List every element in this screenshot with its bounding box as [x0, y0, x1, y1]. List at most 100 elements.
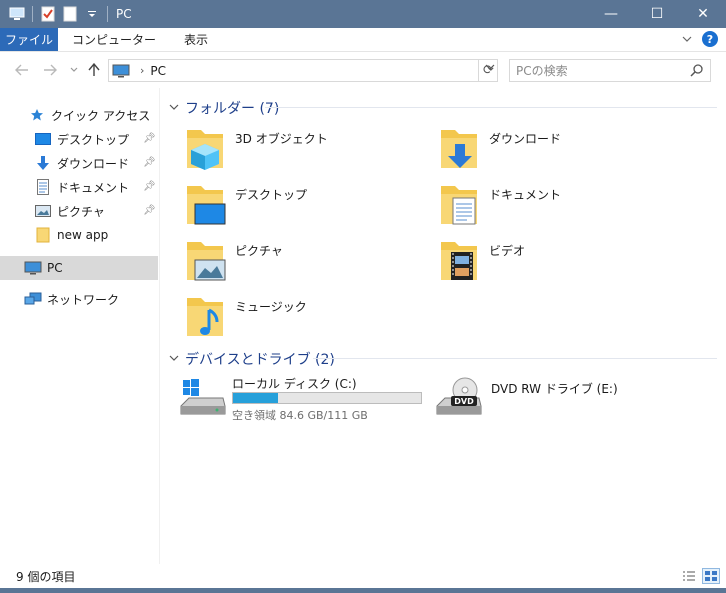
- pin-icon[interactable]: 📌︎: [143, 133, 156, 144]
- folders-group-header[interactable]: フォルダー (7): [169, 98, 279, 118]
- ribbon-tabs: ファイル コンピューター 表示 ?: [0, 28, 726, 52]
- star-icon: [28, 107, 46, 123]
- sidebar-item-pictures[interactable]: ピクチャ: [34, 199, 105, 223]
- folder-label: ピクチャ: [235, 244, 283, 258]
- quick-access-toolbar: [0, 0, 110, 28]
- drive-c-usage-bar: [232, 392, 422, 404]
- drive-e-label: DVD RW ドライブ (E:): [491, 382, 618, 396]
- download-icon: [34, 155, 52, 171]
- sidebar-item-label: PC: [47, 261, 63, 275]
- folder-downloads[interactable]: ダウンロード: [437, 126, 561, 172]
- search-icon[interactable]: [690, 63, 704, 80]
- folder-documents[interactable]: ドキュメント: [437, 182, 561, 228]
- music-folder-icon: [183, 294, 227, 340]
- pc-app-icon[interactable]: [8, 5, 26, 23]
- folder-label: ビデオ: [489, 244, 526, 258]
- sidebar-item-pc[interactable]: PC: [24, 256, 63, 280]
- window-bottom-border: [0, 588, 726, 593]
- desktop-icon: [34, 131, 52, 147]
- breadcrumb-chevron-icon[interactable]: ›: [140, 64, 144, 77]
- drive-c-usage-fill: [233, 393, 279, 403]
- local-disk-icon: [179, 376, 227, 422]
- help-icon[interactable]: ?: [702, 31, 718, 47]
- pc-icon: [112, 64, 132, 78]
- drive-c-free-space: 空き領域 84.6 GB/111 GB: [232, 409, 368, 422]
- details-view-icon[interactable]: [680, 568, 698, 584]
- svg-text:DVD: DVD: [454, 397, 474, 406]
- desktop-folder-icon: [183, 182, 227, 228]
- folder-3d-objects[interactable]: 3D オブジェクト: [183, 126, 328, 172]
- breadcrumb-pc[interactable]: PC: [150, 64, 166, 78]
- title-bar: PC — ☐ ✕: [0, 0, 726, 28]
- search-input[interactable]: PCの検索: [509, 59, 711, 82]
- expand-ribbon-chevron-icon[interactable]: [682, 32, 692, 46]
- sidebar-item-label: new app: [57, 228, 109, 242]
- sidebar-item-label: デスクトップ: [57, 132, 130, 147]
- pin-icon[interactable]: 📌︎: [143, 157, 156, 168]
- tab-file[interactable]: ファイル: [0, 28, 58, 51]
- drives-group-title: デバイスとドライブ (2): [185, 352, 335, 368]
- drives-group-header[interactable]: デバイスとドライブ (2): [169, 349, 335, 369]
- drive-c-label: ローカル ディスク (C:): [232, 377, 357, 391]
- folder-desktop[interactable]: デスクトップ: [183, 182, 307, 228]
- refresh-icon[interactable]: ⟳: [478, 59, 498, 82]
- customize-toolbar-dropdown-icon[interactable]: [83, 5, 101, 23]
- sidebar-item-desktop[interactable]: デスクトップ: [34, 127, 129, 151]
- videos-folder-icon: [437, 238, 481, 284]
- sidebar-item-label: ネットワーク: [47, 292, 120, 307]
- sidebar-item-documents[interactable]: ドキュメント: [34, 175, 129, 199]
- toolbar-separator: [107, 6, 108, 22]
- drive-local-c[interactable]: [179, 376, 227, 422]
- sidebar-item-downloads[interactable]: ダウンロード: [34, 151, 129, 175]
- pictures-folder-icon: [183, 238, 227, 284]
- window-controls: — ☐ ✕: [588, 0, 726, 28]
- tiles-view-icon[interactable]: [702, 568, 720, 584]
- sidebar-item-label: ダウンロード: [57, 156, 130, 171]
- tab-computer[interactable]: コンピューター: [58, 28, 170, 51]
- search-placeholder: PCの検索: [516, 64, 568, 78]
- dvd-drive-icon: DVD: [435, 376, 483, 422]
- new-folder-icon[interactable]: [61, 5, 79, 23]
- nav-quick-access[interactable]: クイック アクセス: [28, 103, 150, 127]
- pin-icon[interactable]: 📌︎: [143, 205, 156, 216]
- properties-icon[interactable]: [39, 5, 57, 23]
- sidebar-item-label: ピクチャ: [57, 204, 105, 219]
- pin-icon[interactable]: 📌︎: [143, 181, 156, 192]
- sidebar-item-network[interactable]: ネットワーク: [24, 287, 119, 311]
- folder-music[interactable]: ミュージック: [183, 294, 307, 340]
- navigation-bar: › PC ⟳ PCの検索: [0, 53, 726, 87]
- folder-label: ダウンロード: [489, 132, 562, 146]
- 3d-objects-folder-icon: [183, 126, 227, 172]
- documents-folder-icon: [437, 182, 481, 228]
- folders-group-title: フォルダー (7): [185, 101, 280, 117]
- window-title: PC: [116, 7, 132, 21]
- group-divider: [313, 358, 717, 359]
- close-button[interactable]: ✕: [680, 0, 726, 28]
- maximize-button[interactable]: ☐: [634, 0, 680, 28]
- up-arrow-icon[interactable]: [80, 56, 108, 84]
- nav-quick-access-label: クイック アクセス: [51, 108, 151, 123]
- folder-label: デスクトップ: [235, 188, 308, 202]
- drive-dvd-e[interactable]: DVD DVD RW ドライブ (E:): [435, 376, 618, 422]
- item-count: 9 個の項目: [16, 569, 76, 584]
- toolbar-separator: [32, 6, 33, 22]
- picture-icon: [34, 203, 52, 219]
- downloads-folder-icon: [437, 126, 481, 172]
- minimize-button[interactable]: —: [588, 0, 634, 28]
- tab-view[interactable]: 表示: [170, 28, 222, 51]
- folder-videos[interactable]: ビデオ: [437, 238, 525, 284]
- sidebar-item-new-app[interactable]: new app: [34, 223, 108, 247]
- sidebar-item-label: ドキュメント: [57, 180, 130, 195]
- folder-pictures[interactable]: ピクチャ: [183, 238, 283, 284]
- address-bar[interactable]: › PC: [108, 59, 498, 82]
- ribbon-controls: ?: [682, 31, 718, 47]
- view-switcher: [680, 568, 720, 584]
- folder-label: ミュージック: [235, 300, 307, 314]
- content-pane: フォルダー (7) 3D オブジェクト ダウンロード デスクトップ ドキュメント…: [161, 88, 726, 564]
- back-arrow-icon[interactable]: [8, 56, 36, 84]
- document-icon: [34, 179, 52, 195]
- folder-label: 3D オブジェクト: [235, 132, 328, 146]
- collapse-chevron-icon[interactable]: [169, 103, 179, 114]
- collapse-chevron-icon[interactable]: [169, 354, 179, 365]
- folder-label: ドキュメント: [489, 188, 562, 202]
